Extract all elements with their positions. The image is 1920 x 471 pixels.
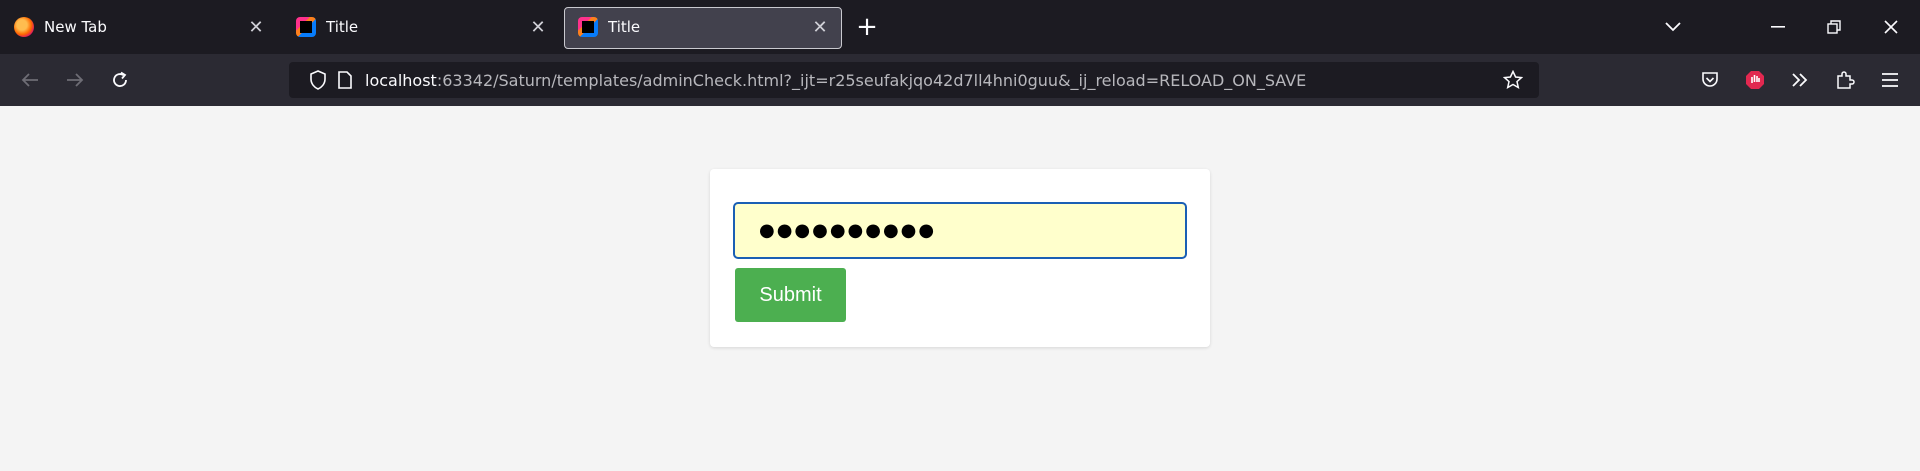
reload-icon [113,71,127,87]
tab-title: Title [608,18,641,36]
new-tab-button[interactable]: + [852,12,882,42]
shield-icon[interactable] [306,68,330,92]
tab-title: Title [326,18,359,36]
more-tools-button[interactable] [1782,62,1818,98]
tab-new-tab[interactable]: New Tab ✕ [0,0,278,54]
list-all-tabs-button[interactable] [1656,10,1690,44]
navigation-bar: localhost:63342/Saturn/templates/adminCh… [0,54,1920,106]
intellij-icon [578,17,598,37]
restore-icon [1827,20,1841,34]
tab-strip: New Tab ✕ Title ✕ Title ✕ + [0,0,1920,54]
url-path: :63342/Saturn/templates/adminCheck.html?… [436,71,1307,90]
password-input[interactable] [733,202,1187,259]
pocket-button[interactable] [1692,62,1728,98]
adblock-extension-button[interactable] [1737,62,1773,98]
reload-button[interactable] [102,62,138,98]
pocket-icon [1702,72,1718,87]
chevron-down-icon [1665,22,1681,32]
minimize-button[interactable] [1761,10,1795,44]
close-icon[interactable]: ✕ [806,13,834,41]
tab-title-2[interactable]: Title ✕ [564,0,842,54]
restore-button[interactable] [1817,10,1851,44]
bookmark-star-icon[interactable] [1501,68,1525,92]
firefox-icon [14,17,34,37]
double-chevron-right-icon [1792,73,1808,87]
url-host: localhost [365,71,437,90]
intellij-icon [296,17,316,37]
app-menu-button[interactable] [1872,62,1908,98]
back-arrow-icon [21,73,38,87]
hamburger-menu-icon [1882,73,1898,87]
stop-hand-icon [1746,71,1764,89]
login-card: Submit [710,169,1210,347]
close-icon [1884,20,1898,34]
forward-arrow-icon [67,73,84,87]
address-bar[interactable]: localhost:63342/Saturn/templates/adminCh… [289,62,1539,98]
page-icon[interactable] [333,68,357,92]
tab-title: New Tab [44,18,107,36]
close-window-button[interactable] [1874,10,1908,44]
tab-title-1[interactable]: Title ✕ [282,0,560,54]
submit-button[interactable]: Submit [735,268,846,322]
url-text[interactable]: localhost:63342/Saturn/templates/adminCh… [365,71,1306,90]
back-button[interactable] [12,62,48,98]
forward-button[interactable] [57,62,93,98]
minimize-icon [1771,26,1785,28]
puzzle-icon [1837,71,1855,89]
close-icon[interactable]: ✕ [242,13,270,41]
extensions-button[interactable] [1827,62,1863,98]
close-icon[interactable]: ✕ [524,13,552,41]
